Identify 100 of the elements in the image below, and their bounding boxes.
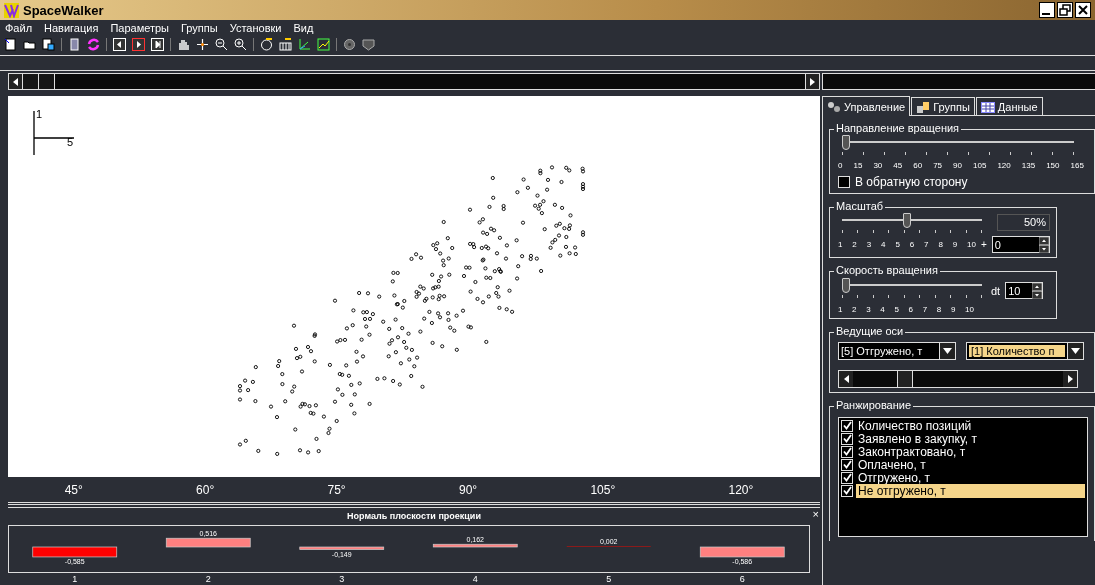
step-back-icon[interactable] (113, 38, 126, 51)
scale-label: 3 (866, 240, 872, 249)
arrow-right-icon[interactable] (1067, 375, 1073, 383)
spin-arrows-icon[interactable] (1038, 236, 1049, 253)
scale-label: 150 (1046, 161, 1060, 170)
menu-item[interactable]: Группы (181, 22, 218, 34)
window-title: SpaceWalker (23, 2, 104, 18)
settings-icon (827, 100, 841, 113)
caret-down-icon (1071, 348, 1080, 354)
menu-item[interactable]: Установки (229, 22, 282, 34)
save-icon[interactable] (42, 38, 55, 51)
scale-label: 90 (953, 161, 962, 170)
refresh-icon[interactable] (87, 38, 100, 51)
panel-title: Нормаль плоскости проекции (347, 511, 481, 521)
scale-label: 135 (1021, 161, 1036, 170)
scale-label: 9 (952, 240, 958, 249)
close-button[interactable]: × (812, 508, 819, 520)
new-file-icon[interactable] (4, 38, 17, 51)
checkbox[interactable] (841, 432, 853, 445)
category-label: 4 (472, 574, 478, 584)
checkbox[interactable] (841, 484, 853, 497)
chart-icon[interactable] (317, 38, 330, 51)
scroll-left-button[interactable] (9, 74, 23, 89)
group-icon (916, 100, 931, 113)
dropdown[interactable]: [1] Количество п (966, 342, 1084, 360)
folder-icon[interactable] (23, 38, 36, 51)
arrow-left-icon[interactable] (843, 375, 849, 383)
table-icon (980, 100, 995, 113)
move-icon[interactable] (196, 38, 209, 51)
restore-icon[interactable] (1057, 2, 1073, 18)
axes-icon[interactable] (298, 38, 311, 51)
slider-thumb[interactable] (842, 278, 850, 293)
scroll-thumb[interactable] (39, 74, 55, 89)
scale-label: 8 (936, 305, 942, 314)
scale-label: 15 (853, 161, 863, 170)
angle-label: 120° (728, 482, 754, 497)
group-title: Направление вращения (834, 122, 962, 134)
scroll-thumb[interactable] (23, 74, 39, 89)
scale-label: 6 (909, 240, 915, 249)
scale-label: 2 (852, 240, 857, 249)
spin-arrows-icon[interactable] (1032, 282, 1043, 299)
zoom-out-icon[interactable] (215, 38, 228, 51)
axis-label: 1 (36, 107, 43, 120)
scale-label: 1 (838, 305, 843, 314)
scale-label: 9 (950, 305, 956, 314)
scale-label: 10 (965, 305, 974, 314)
zoom-in-icon[interactable] (234, 38, 247, 51)
plus-label: + (981, 239, 987, 250)
scale-label: 75 (933, 161, 943, 170)
caret-down-icon (943, 348, 952, 354)
slider-thumb[interactable] (902, 213, 911, 228)
checkbox[interactable] (841, 471, 853, 484)
checkbox[interactable] (841, 419, 853, 432)
scale-label: 45 (893, 161, 903, 170)
dropdown[interactable]: [5] Отгружено, т (838, 342, 956, 360)
axis-indicator-icon (32, 110, 74, 155)
arrow-left-icon (13, 77, 18, 86)
disc-icon[interactable] (343, 38, 356, 51)
tab[interactable]: Данные (975, 97, 1043, 115)
scale-label: 120 (997, 161, 1011, 170)
category-label: 2 (205, 574, 211, 584)
play-icon[interactable] (132, 38, 145, 51)
scale-label: 30 (873, 161, 883, 170)
tab[interactable]: Группы (911, 97, 975, 115)
scale-label: 165 (1070, 161, 1084, 170)
spin-field[interactable]: 0 (991, 236, 1050, 253)
checkbox[interactable] (841, 445, 853, 458)
close-icon[interactable] (1075, 2, 1091, 18)
menu-item[interactable]: Параметры (110, 22, 170, 34)
scale-label: 0 (838, 161, 843, 170)
checkbox[interactable] (841, 458, 853, 471)
list-item[interactable]: Количество позиций (856, 418, 1085, 433)
list-item[interactable]: Отгружено, т (856, 470, 1085, 485)
group-title: Ранжирование (834, 399, 914, 411)
scroll-right-button[interactable] (805, 74, 819, 89)
spin-field[interactable]: 10 (1005, 282, 1044, 299)
scale-label: 105 (973, 161, 987, 170)
scrollbar[interactable] (8, 73, 820, 90)
group-title: Масштаб (834, 200, 886, 212)
step-forward-icon[interactable] (151, 38, 164, 51)
slider-thumb[interactable] (842, 135, 850, 150)
category-label: 6 (739, 574, 745, 584)
checkbox-label: В обратную сторону (855, 175, 968, 189)
document-icon[interactable] (68, 38, 81, 51)
scroll-thumb[interactable] (897, 371, 913, 387)
scale-label: 1 (838, 240, 843, 249)
category-label: 3 (339, 574, 345, 584)
scrollbar[interactable] (838, 370, 1078, 388)
minimize-icon[interactable] (1039, 2, 1055, 18)
checkbox[interactable] (838, 176, 850, 188)
angle-label: 75° (327, 482, 346, 497)
menu-item[interactable]: Вид (293, 22, 314, 34)
menu-item[interactable]: Навигация (44, 22, 99, 34)
group-title: Ведущие оси (834, 325, 906, 337)
list-item[interactable]: Не отгружено, т (856, 483, 1085, 498)
menu-item[interactable]: Файл (5, 22, 33, 34)
grid-icon[interactable] (279, 38, 292, 51)
shape-icon[interactable] (362, 38, 375, 51)
dt-label: dt (991, 284, 1001, 297)
tab[interactable]: Управление (822, 96, 911, 116)
